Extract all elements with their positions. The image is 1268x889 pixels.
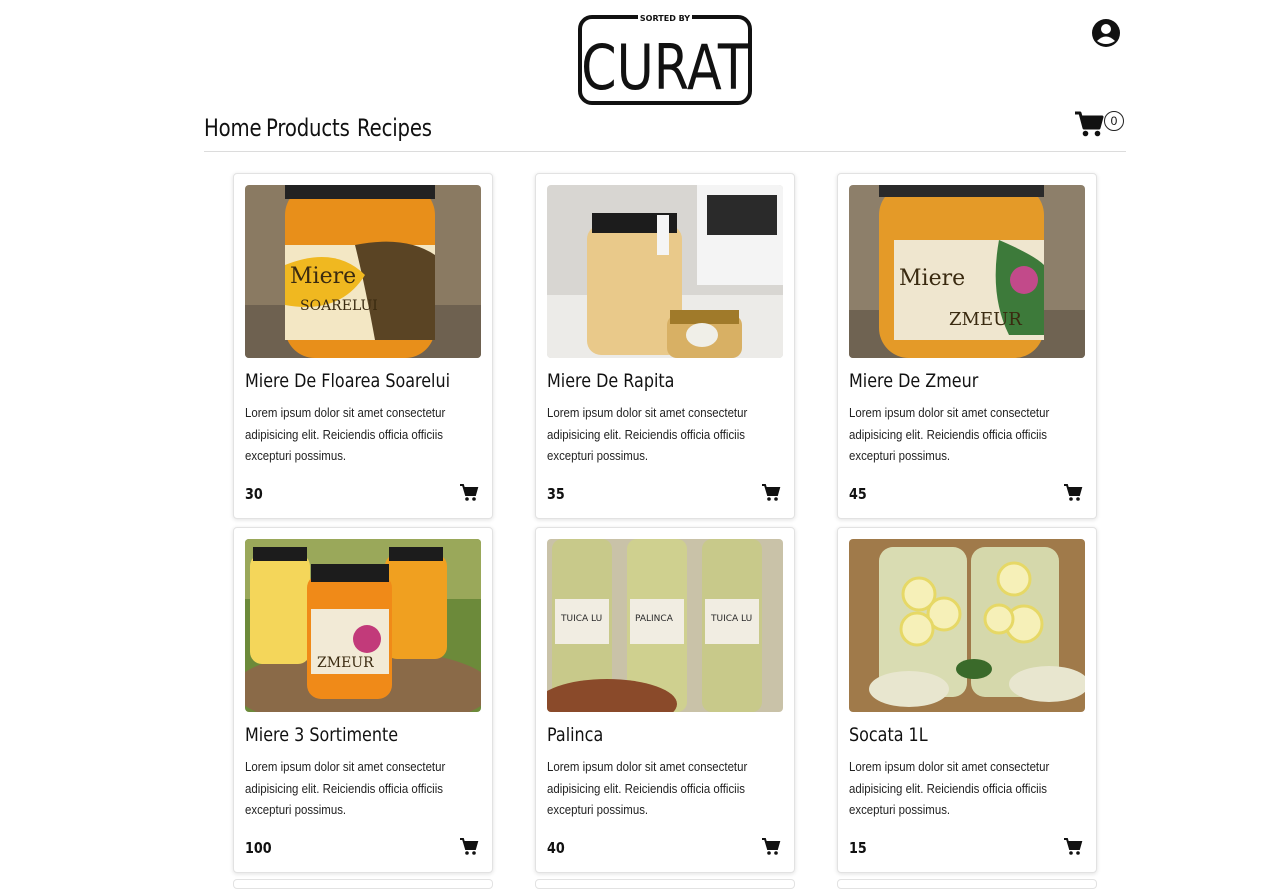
svg-text:TUICA LU: TUICA LU xyxy=(560,614,602,624)
product-image[interactable]: Miere ZMEUR xyxy=(849,185,1085,358)
product-description: Lorem ipsum dolor sit amet consectetur a… xyxy=(245,405,446,463)
account-circle-icon xyxy=(1092,19,1120,47)
brand-name: CURAT xyxy=(581,32,749,104)
product-card-partial[interactable] xyxy=(837,879,1097,889)
add-to-cart-button[interactable] xyxy=(459,483,479,503)
product-grid: Miere SOARELUI Miere De Floarea Soarelui… xyxy=(233,173,1097,873)
product-card[interactable]: Miere ZMEUR Miere De Zmeur Lorem ipsum d… xyxy=(837,173,1097,519)
cart-count-badge: 0 xyxy=(1104,111,1124,131)
shopping-cart-icon xyxy=(1075,111,1104,137)
add-to-cart-button[interactable] xyxy=(1063,837,1083,857)
nav-home-link[interactable]: Home xyxy=(204,114,262,142)
product-image[interactable]: Miere SOARELUI xyxy=(245,185,481,358)
svg-text:PALINCA: PALINCA xyxy=(635,614,674,624)
add-to-cart-icon xyxy=(460,484,479,501)
product-title[interactable]: Socata 1L xyxy=(849,724,928,746)
product-card[interactable]: Miere De Rapita Lorem ipsum dolor sit am… xyxy=(535,173,795,519)
product-description: Lorem ipsum dolor sit amet consectetur a… xyxy=(245,759,446,817)
add-to-cart-icon xyxy=(762,484,781,501)
add-to-cart-button[interactable] xyxy=(1063,483,1083,503)
product-price: 15 xyxy=(849,839,867,857)
add-to-cart-button[interactable] xyxy=(761,483,781,503)
product-card-partial[interactable] xyxy=(535,879,795,889)
add-to-cart-icon xyxy=(460,838,479,855)
product-price: 30 xyxy=(245,485,263,503)
svg-text:ZMEUR: ZMEUR xyxy=(949,309,1022,330)
product-description: Lorem ipsum dolor sit amet consectetur a… xyxy=(547,405,748,463)
header-divider xyxy=(204,151,1126,152)
add-to-cart-icon xyxy=(1064,484,1083,501)
product-title[interactable]: Miere De Rapita xyxy=(547,370,674,392)
product-title[interactable]: Miere De Zmeur xyxy=(849,370,978,392)
main-nav: Home Products Recipes xyxy=(204,110,441,146)
product-title[interactable]: Miere 3 Sortimente xyxy=(245,724,398,746)
product-title[interactable]: Palinca xyxy=(547,724,603,746)
nav-products-link[interactable]: Products xyxy=(266,114,350,142)
product-description: Lorem ipsum dolor sit amet consectetur a… xyxy=(849,405,1050,463)
product-image[interactable] xyxy=(547,185,783,358)
svg-text:TUICA LU: TUICA LU xyxy=(710,614,752,624)
product-description: Lorem ipsum dolor sit amet consectetur a… xyxy=(849,759,1050,817)
product-price: 35 xyxy=(547,485,565,503)
nav-recipes-link[interactable]: Recipes xyxy=(357,114,432,142)
brand-tagline: SORTED BY xyxy=(640,14,690,23)
add-to-cart-icon xyxy=(762,838,781,855)
brand-logo[interactable]: SORTED BY CURAT xyxy=(578,12,752,106)
svg-text:ZMEUR: ZMEUR xyxy=(317,655,374,671)
product-card[interactable]: TUICA LU PALINCA TUICA LU Palinca Lorem … xyxy=(535,527,795,873)
product-title[interactable]: Miere De Floarea Soarelui xyxy=(245,370,450,392)
product-card[interactable]: Miere SOARELUI Miere De Floarea Soarelui… xyxy=(233,173,493,519)
svg-text:Miere: Miere xyxy=(899,266,965,291)
product-card-partial[interactable] xyxy=(233,879,493,889)
product-image[interactable]: TUICA LU PALINCA TUICA LU xyxy=(547,539,783,712)
product-price: 40 xyxy=(547,839,565,857)
product-card[interactable]: ZMEUR Miere 3 Sortimente Lorem ipsum dol… xyxy=(233,527,493,873)
product-image[interactable] xyxy=(849,539,1085,712)
add-to-cart-button[interactable] xyxy=(459,837,479,857)
svg-text:SOARELUI: SOARELUI xyxy=(300,298,378,314)
product-description: Lorem ipsum dolor sit amet consectetur a… xyxy=(547,759,748,817)
account-button[interactable] xyxy=(1091,18,1121,48)
svg-text:Miere: Miere xyxy=(290,264,356,289)
cart-button[interactable]: 0 xyxy=(1074,110,1126,138)
product-card[interactable]: Socata 1L Lorem ipsum dolor sit amet con… xyxy=(837,527,1097,873)
add-to-cart-icon xyxy=(1064,838,1083,855)
product-image[interactable]: ZMEUR xyxy=(245,539,481,712)
add-to-cart-button[interactable] xyxy=(761,837,781,857)
product-price: 100 xyxy=(245,839,272,857)
product-price: 45 xyxy=(849,485,867,503)
